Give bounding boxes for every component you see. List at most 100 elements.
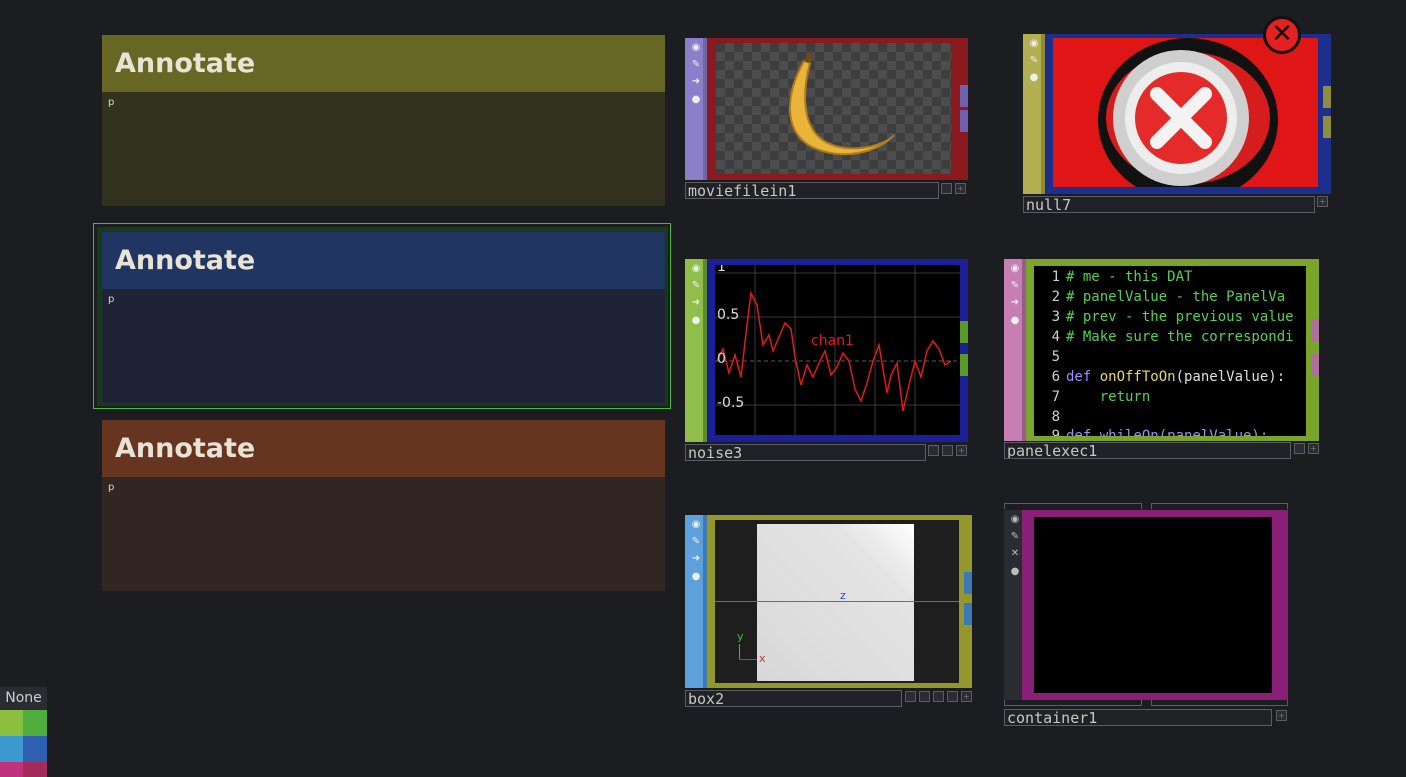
annotate-title[interactable]: Annotate	[102, 420, 665, 477]
node-flag-button[interactable]	[933, 691, 944, 702]
code-editor[interactable]: 1 # me - this DAT 2 # panelValue - the P…	[1034, 266, 1306, 436]
node-top-connector	[1151, 503, 1288, 509]
code-plain: (panelValue):	[1175, 369, 1286, 385]
node-container1[interactable]: ◉ ✎ ✕ ● container1 +	[1004, 503, 1292, 726]
node-name-label[interactable]: moviefilein1	[685, 182, 939, 199]
line-text: # Make sure the correspondi	[1066, 329, 1294, 345]
line-text: # me - this DAT	[1066, 269, 1193, 285]
node-plus-button[interactable]: +	[955, 183, 966, 194]
annotate-title[interactable]: Annotate	[102, 232, 665, 289]
code-line: 1 # me - this DAT	[1034, 269, 1306, 289]
container-preview	[1034, 517, 1272, 693]
color-swatch[interactable]	[23, 762, 47, 777]
annotate-body[interactable]: p	[102, 289, 665, 403]
3d-viewport: z y x	[715, 520, 959, 683]
node-side-strip[interactable]: ◉ ✎ ➜ ●	[685, 259, 707, 442]
color-swatch[interactable]	[23, 710, 47, 736]
node-viewer[interactable]: 1 # me - this DAT 2 # panelValue - the P…	[1026, 259, 1319, 441]
node-plus-button[interactable]: +	[1308, 443, 1319, 454]
error-badge-icon[interactable]: ✕	[1263, 16, 1301, 54]
viewer-icon[interactable]: ◉	[1008, 513, 1022, 527]
node-name-label[interactable]: null7	[1023, 196, 1315, 213]
node-side-strip[interactable]: ◉ ✎ ●	[1023, 34, 1045, 194]
node-side-strip[interactable]: ◉ ✎ ✕ ●	[1004, 510, 1026, 700]
node-name-label[interactable]: container1	[1004, 709, 1272, 726]
node-plus-button[interactable]: +	[956, 445, 967, 456]
node-flag-button[interactable]	[947, 691, 958, 702]
annotate-box-1[interactable]: Annotate p	[102, 35, 665, 206]
viewer-icon[interactable]: ◉	[689, 262, 703, 276]
node-name-label[interactable]: noise3	[685, 444, 926, 461]
annotate-title[interactable]: Annotate	[102, 35, 665, 92]
viewer-icon[interactable]: ◉	[1027, 37, 1041, 51]
line-text: # prev - the previous value	[1066, 309, 1294, 325]
node-panelexec1[interactable]: ◉ ✎ ➜ ● 1 # me - this DAT 2 # panelValue…	[1004, 259, 1320, 461]
node-name-label[interactable]: box2	[685, 690, 902, 707]
bypass-icon[interactable]: ●	[1008, 314, 1022, 328]
node-noise3[interactable]: ◉ ✎ ➜ ● 1 0.5 0 -0.5 chan1 noise3 +	[685, 259, 969, 461]
annotate-box-2[interactable]: Annotate p	[102, 232, 665, 403]
bypass-icon[interactable]: ●	[689, 570, 703, 584]
bypass-icon[interactable]: ●	[689, 314, 703, 328]
axis-gizmo: y x	[737, 630, 766, 665]
line-text: def whileOn(panelValue):	[1066, 428, 1269, 436]
node-side-strip[interactable]: ◉ ✎ ➜ ●	[685, 38, 707, 180]
node-plus-button[interactable]: +	[1317, 196, 1328, 207]
bypass-icon[interactable]: ●	[1008, 565, 1022, 579]
node-flag-button[interactable]	[928, 445, 939, 456]
node-viewer[interactable]	[707, 38, 968, 180]
node-viewer[interactable]	[1045, 34, 1331, 194]
node-side-strip[interactable]: ◉ ✎ ➜ ●	[685, 515, 707, 688]
line-text: def onOffToOn(panelValue):	[1066, 369, 1285, 385]
close-icon[interactable]: ✕	[1008, 547, 1022, 561]
node-side-strip[interactable]: ◉ ✎ ➜ ●	[1004, 259, 1026, 441]
viewer-icon[interactable]: ◉	[1008, 262, 1022, 276]
node-flag-button[interactable]	[919, 691, 930, 702]
node-flag-button[interactable]	[1294, 443, 1305, 454]
channel-name-label: chan1	[811, 333, 854, 349]
pencil-icon[interactable]: ✎	[1008, 279, 1022, 293]
bypass-icon[interactable]: ●	[689, 93, 703, 107]
viewer-icon[interactable]: ◉	[689, 518, 703, 532]
code-line: 8	[1034, 409, 1306, 429]
node-viewer[interactable]	[1026, 510, 1288, 700]
color-swatch[interactable]	[0, 710, 23, 736]
node-viewer[interactable]: 1 0.5 0 -0.5 chan1	[707, 259, 968, 442]
bypass-icon[interactable]: ●	[1027, 71, 1041, 85]
pencil-icon[interactable]: ✎	[689, 58, 703, 72]
arrow-right-icon[interactable]: ➜	[689, 552, 703, 566]
arrow-right-icon[interactable]: ➜	[689, 296, 703, 310]
pencil-icon[interactable]: ✎	[689, 279, 703, 293]
node-plus-button[interactable]: +	[1276, 710, 1287, 721]
annotate-body[interactable]: p	[102, 92, 665, 206]
node-null7[interactable]: ◉ ✎ ● ✕ null7 +	[1023, 16, 1333, 214]
pencil-icon[interactable]: ✎	[1008, 530, 1022, 544]
arrow-right-icon[interactable]: ➜	[1008, 296, 1022, 310]
color-none-label[interactable]: None	[0, 687, 47, 710]
pencil-icon[interactable]: ✎	[1027, 54, 1041, 68]
chart-tick-label: 0.5	[717, 307, 740, 323]
node-moviefilein1[interactable]: ◉ ✎ ➜ ● moviefilein1 +	[685, 38, 969, 199]
node-viewer[interactable]: z y x	[707, 515, 972, 688]
arrow-right-icon[interactable]: ➜	[689, 75, 703, 89]
error-image	[1053, 38, 1318, 187]
color-swatch[interactable]	[23, 736, 47, 762]
node-name-label[interactable]: panelexec1	[1004, 442, 1291, 459]
node-flag-button[interactable]	[941, 183, 952, 194]
node-flag-button[interactable]	[905, 691, 916, 702]
color-swatch[interactable]	[0, 762, 23, 777]
node-box2[interactable]: ◉ ✎ ➜ ● z y x box2 +	[685, 515, 973, 709]
viewer-icon[interactable]: ◉	[689, 41, 703, 55]
code-line: 3 # prev - the previous value	[1034, 309, 1306, 329]
color-swatch[interactable]	[0, 736, 23, 762]
node-plus-button[interactable]: +	[961, 691, 972, 702]
annotate-body[interactable]: p	[102, 477, 665, 591]
annotate-box-3[interactable]: Annotate p	[102, 420, 665, 591]
error-circle-icon	[1098, 38, 1278, 187]
node-flag-button[interactable]	[942, 445, 953, 456]
code-line: 6 def onOffToOn(panelValue):	[1034, 369, 1306, 389]
node-output-tab	[1311, 354, 1319, 376]
banana-image	[789, 53, 895, 156]
pencil-icon[interactable]: ✎	[689, 535, 703, 549]
node-output-tab	[1323, 86, 1331, 108]
